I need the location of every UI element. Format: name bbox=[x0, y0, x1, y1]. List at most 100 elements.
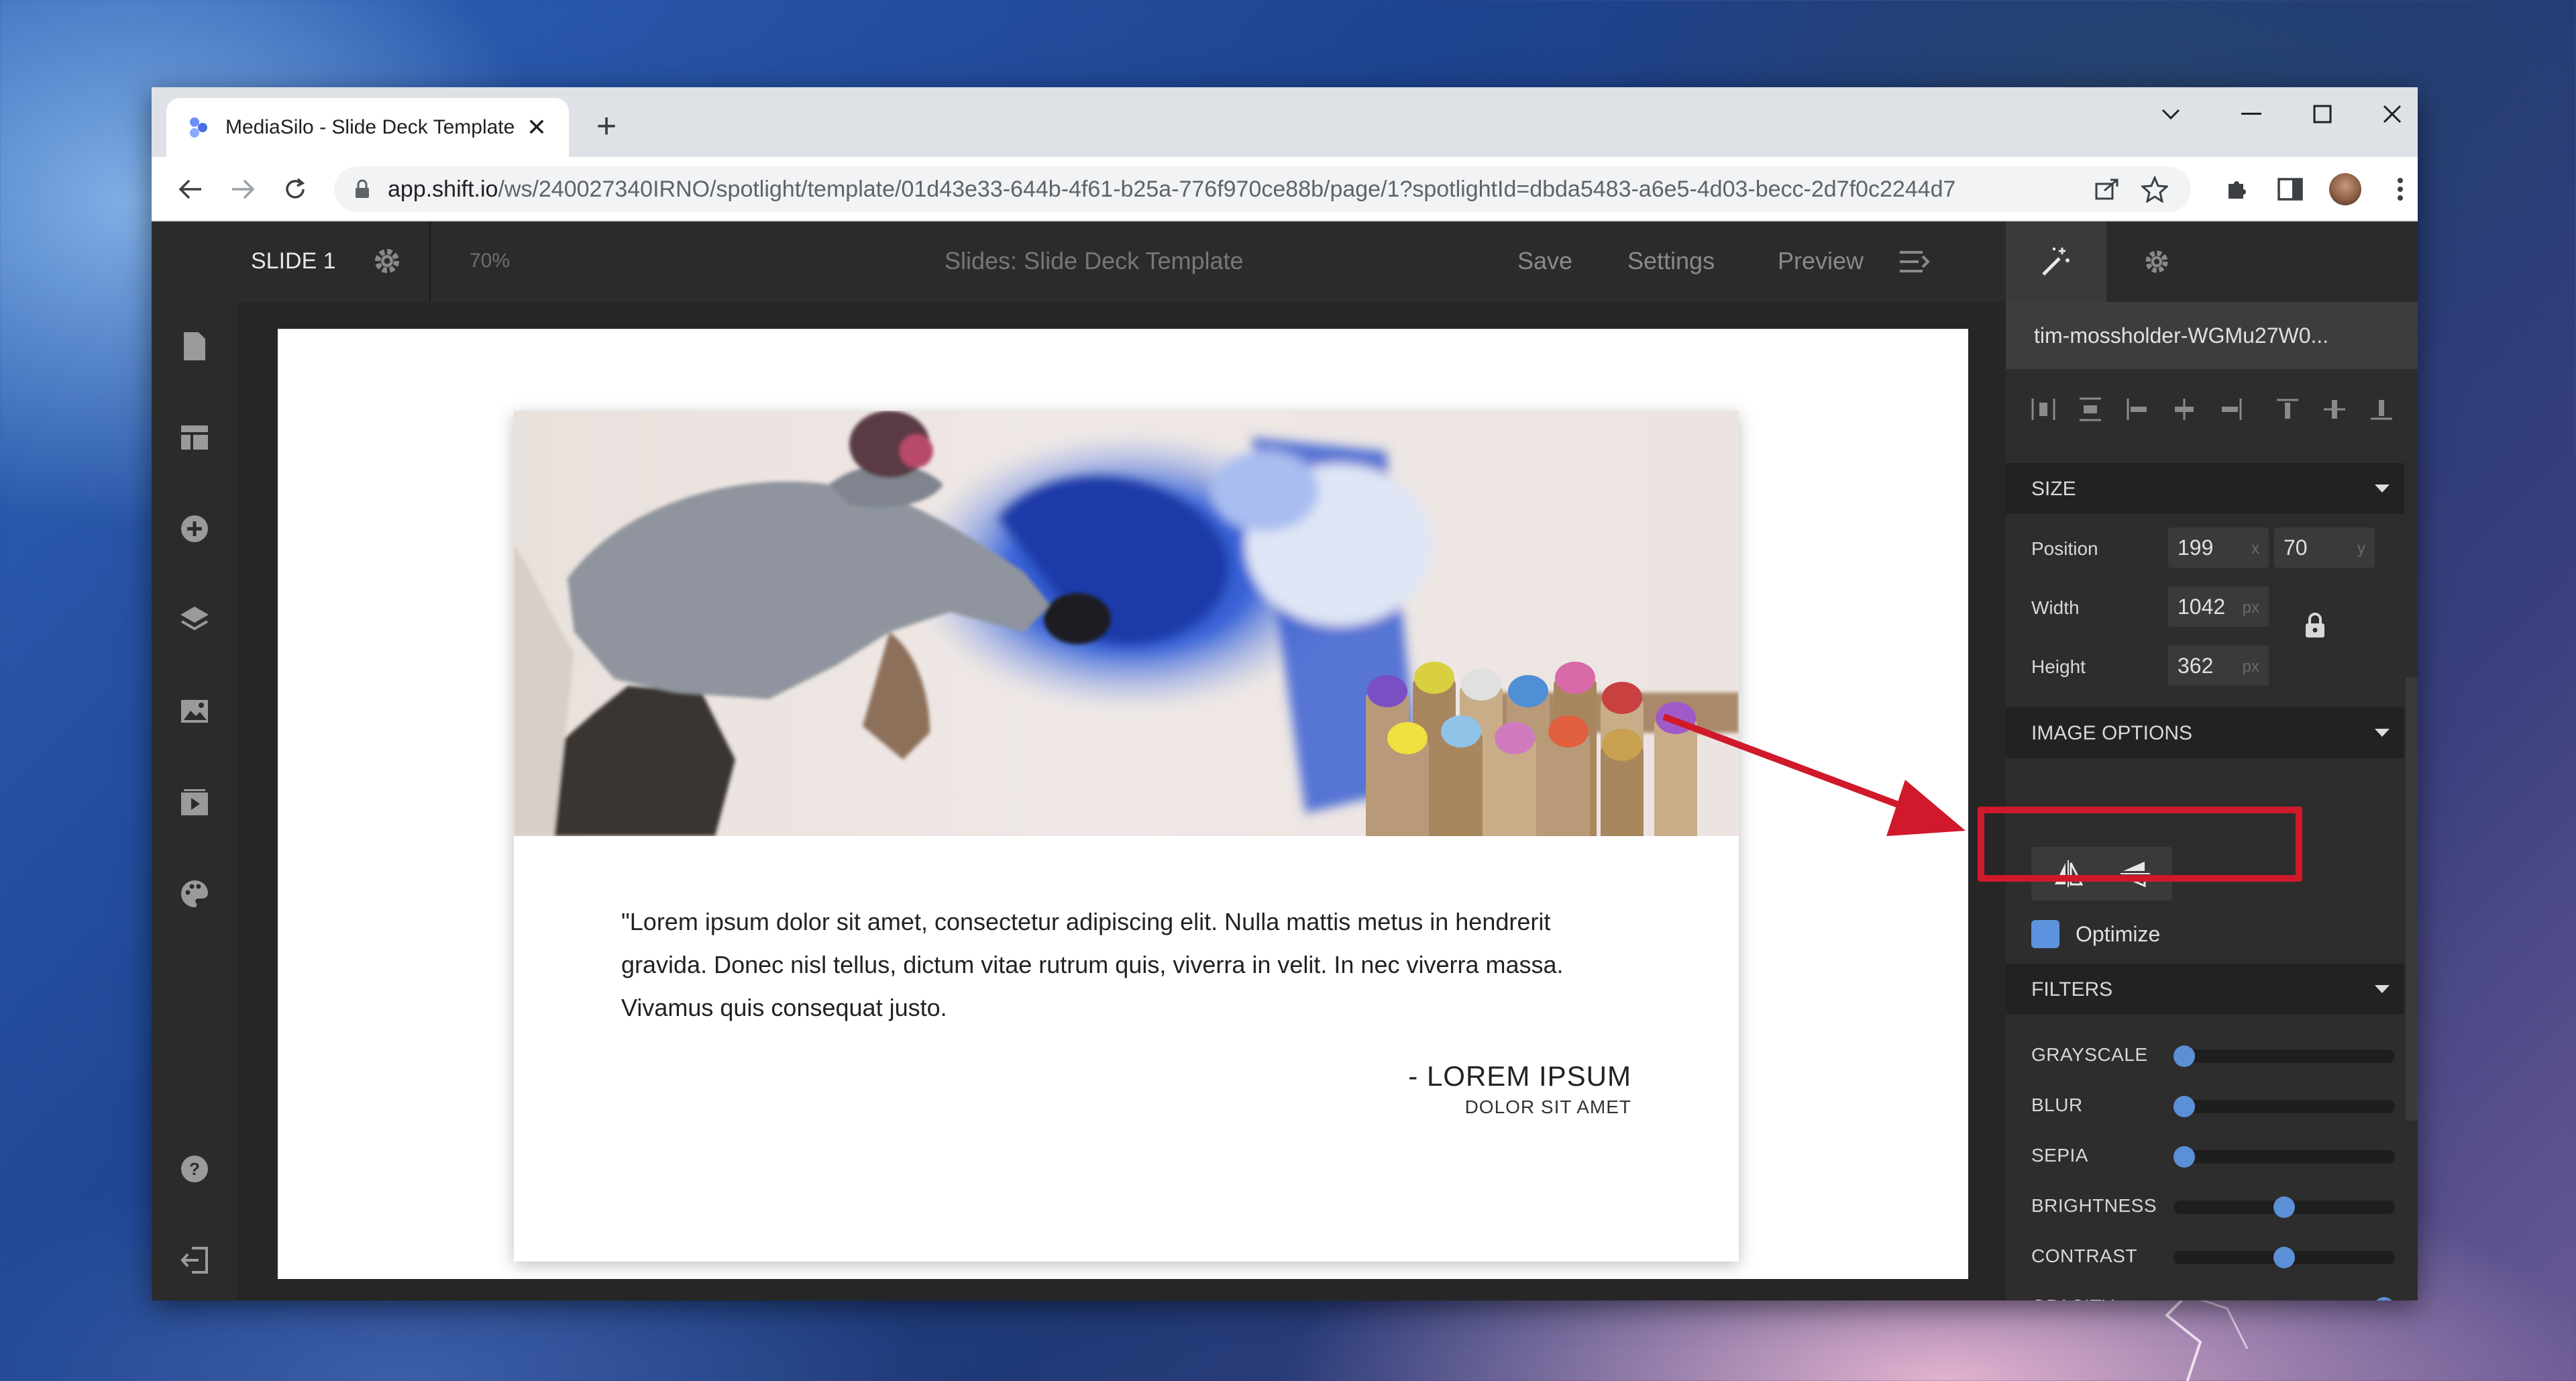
slider-knob[interactable] bbox=[2174, 1045, 2195, 1067]
align-top-icon[interactable] bbox=[2269, 391, 2306, 428]
minimize-icon[interactable] bbox=[2224, 94, 2278, 134]
layouts-icon[interactable] bbox=[177, 420, 212, 455]
align-right-icon[interactable] bbox=[2212, 391, 2250, 428]
filter-label-sepia: SEPIA bbox=[2031, 1145, 2088, 1166]
preview-button[interactable]: Preview bbox=[1778, 247, 1864, 275]
save-button[interactable]: Save bbox=[1517, 247, 1572, 275]
tab-style-wand[interactable] bbox=[2006, 221, 2106, 302]
align-left-icon[interactable] bbox=[2118, 391, 2156, 428]
forward-icon[interactable] bbox=[224, 170, 262, 208]
tab-close-icon[interactable]: ✕ bbox=[525, 113, 549, 142]
position-x-field[interactable]: 199 x bbox=[2168, 527, 2269, 568]
filter-slider-grayscale[interactable] bbox=[2174, 1045, 2395, 1067]
url-text: app.shift.io/ws/240027340IRNO/spotlight/… bbox=[388, 176, 1955, 203]
media-icon[interactable] bbox=[177, 785, 212, 820]
filter-label-opacity: OPACITY bbox=[2031, 1296, 2114, 1300]
filter-slider-brightness[interactable] bbox=[2174, 1196, 2395, 1218]
position-y-field[interactable]: 70 y bbox=[2274, 527, 2375, 568]
new-tab-icon[interactable]: + bbox=[586, 106, 627, 146]
editor-app: ? SLIDE 1 70% Slides: Slide Deck Templat… bbox=[152, 221, 2418, 1300]
side-panel-icon[interactable] bbox=[2271, 170, 2309, 208]
tab-strip: MediaSilo - Slide Deck Template ✕ + bbox=[152, 87, 2418, 157]
filters-header-label: FILTERS bbox=[2031, 978, 2113, 1001]
spray-can-cap bbox=[1495, 722, 1535, 754]
theme-palette-icon[interactable] bbox=[177, 876, 212, 911]
pages-icon[interactable] bbox=[177, 329, 212, 364]
reload-icon[interactable] bbox=[276, 170, 314, 208]
slider-knob[interactable] bbox=[2174, 1146, 2195, 1168]
share-icon[interactable] bbox=[2094, 177, 2120, 201]
width-label: Width bbox=[2031, 597, 2080, 618]
collapse-caret-icon bbox=[2375, 985, 2390, 993]
kebab-menu-icon[interactable] bbox=[2381, 170, 2418, 208]
layers-icon[interactable] bbox=[177, 603, 212, 637]
url-field[interactable]: app.shift.io/ws/240027340IRNO/spotlight/… bbox=[334, 166, 2191, 212]
settings-button[interactable]: Settings bbox=[1627, 247, 1715, 275]
optimize-option[interactable]: Optimize bbox=[2031, 914, 2160, 954]
tab-title: MediaSilo - Slide Deck Template bbox=[225, 116, 515, 138]
slider-knob[interactable] bbox=[2174, 1096, 2195, 1117]
deck-title: Slides: Slide Deck Template bbox=[945, 247, 1244, 274]
browser-window: MediaSilo - Slide Deck Template ✕ + app.… bbox=[152, 87, 2418, 1300]
collapse-caret-icon bbox=[2375, 484, 2390, 493]
height-unit: px bbox=[2242, 658, 2259, 676]
avatar[interactable] bbox=[2326, 170, 2364, 208]
panel-scrollbar[interactable] bbox=[2406, 678, 2418, 1121]
spray-can-cap bbox=[1555, 662, 1595, 694]
url-path: /ws/240027340IRNO/spotlight/template/01d… bbox=[498, 176, 1956, 202]
width-field[interactable]: 1042 px bbox=[2168, 586, 2269, 627]
image-icon[interactable] bbox=[177, 694, 212, 729]
spray-can-cap bbox=[1461, 668, 1501, 701]
exit-icon[interactable] bbox=[177, 1243, 212, 1278]
image-options-section-header[interactable]: IMAGE OPTIONS bbox=[2006, 707, 2404, 758]
quote-text[interactable]: "Lorem ipsum dolor sit amet, consectetur… bbox=[621, 901, 1641, 1029]
slider-knob[interactable] bbox=[2273, 1196, 2295, 1218]
menu-lines-icon[interactable] bbox=[1896, 244, 1932, 280]
height-label: Height bbox=[2031, 656, 2086, 677]
properties-panel: tim-mossholder-WGMu27W0... SIZE Position… bbox=[2006, 221, 2418, 1300]
filter-slider-contrast[interactable] bbox=[2174, 1247, 2395, 1268]
tab-settings-gear[interactable] bbox=[2106, 221, 2207, 302]
add-element-icon[interactable] bbox=[177, 511, 212, 546]
bookmark-star-icon[interactable] bbox=[2141, 176, 2168, 203]
help-icon[interactable]: ? bbox=[177, 1152, 212, 1186]
close-window-icon[interactable] bbox=[2365, 94, 2418, 134]
spray-can-cap bbox=[1441, 715, 1481, 748]
left-toolbar: ? bbox=[152, 221, 237, 1300]
optimize-checkbox[interactable] bbox=[2031, 920, 2059, 948]
filter-slider-blur[interactable] bbox=[2174, 1096, 2395, 1117]
quote-card[interactable]: "Lorem ipsum dolor sit amet, consectetur… bbox=[514, 411, 1739, 1262]
spray-can-cap bbox=[1508, 675, 1548, 707]
magic-wand-icon bbox=[2042, 248, 2070, 276]
align-center-horizontal-icon[interactable] bbox=[2165, 391, 2203, 428]
distribute-vertical-icon[interactable] bbox=[2072, 391, 2109, 428]
extensions-icon[interactable] bbox=[2218, 170, 2255, 208]
align-middle-vertical-icon[interactable] bbox=[2316, 391, 2353, 428]
spray-can-cap bbox=[1602, 682, 1642, 714]
svg-text:?: ? bbox=[189, 1159, 200, 1179]
annotation-arrow bbox=[1662, 713, 1966, 836]
size-section-header[interactable]: SIZE bbox=[2006, 463, 2404, 514]
slider-knob[interactable] bbox=[2373, 1297, 2395, 1300]
zoom-level[interactable]: 70% bbox=[470, 250, 510, 272]
gear-icon bbox=[2145, 250, 2168, 273]
lock-icon bbox=[356, 179, 369, 198]
spray-can bbox=[1547, 733, 1590, 836]
back-icon[interactable] bbox=[172, 170, 209, 208]
editor-top-bar: SLIDE 1 70% Slides: Slide Deck Template … bbox=[152, 221, 2006, 302]
x-unit: x bbox=[2251, 540, 2259, 558]
maximize-icon[interactable] bbox=[2296, 94, 2349, 134]
tab-search-chevron-icon[interactable] bbox=[2144, 94, 2198, 134]
align-bottom-icon[interactable] bbox=[2363, 391, 2400, 428]
distribute-horizontal-icon[interactable] bbox=[2025, 391, 2062, 428]
height-field[interactable]: 362 px bbox=[2168, 646, 2269, 686]
filters-section-header[interactable]: FILTERS bbox=[2006, 964, 2404, 1015]
width-unit: px bbox=[2242, 599, 2259, 617]
browser-tab[interactable]: MediaSilo - Slide Deck Template ✕ bbox=[166, 98, 569, 157]
filter-slider-sepia[interactable] bbox=[2174, 1146, 2395, 1168]
graffiti-photo[interactable] bbox=[514, 411, 1739, 836]
slider-knob[interactable] bbox=[2273, 1247, 2295, 1268]
slide-settings-gear-icon[interactable] bbox=[370, 244, 404, 278]
aspect-lock-icon[interactable] bbox=[2304, 612, 2326, 639]
author-block[interactable]: - LOREM IPSUM DOLOR SIT AMET bbox=[1408, 1060, 1631, 1118]
